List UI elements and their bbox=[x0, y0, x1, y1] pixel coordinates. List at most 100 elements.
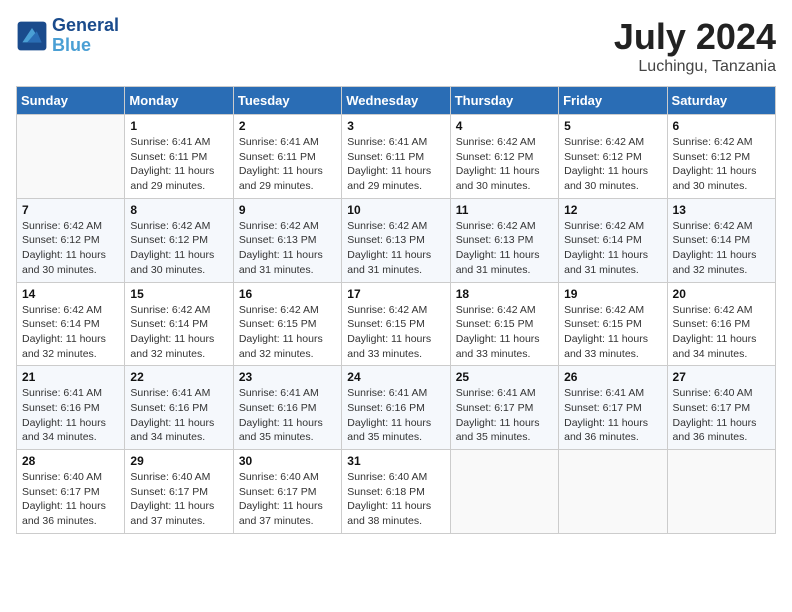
calendar-cell: 6Sunrise: 6:42 AMSunset: 6:12 PMDaylight… bbox=[667, 115, 775, 199]
calendar-cell: 7Sunrise: 6:42 AMSunset: 6:12 PMDaylight… bbox=[17, 198, 125, 282]
day-number: 8 bbox=[130, 203, 227, 217]
day-number: 7 bbox=[22, 203, 119, 217]
calendar-cell: 25Sunrise: 6:41 AMSunset: 6:17 PMDayligh… bbox=[450, 366, 558, 450]
sunset-text: Sunset: 6:17 PM bbox=[564, 401, 661, 416]
sunset-text: Sunset: 6:11 PM bbox=[347, 150, 444, 165]
day-number: 2 bbox=[239, 119, 336, 133]
col-header-thursday: Thursday bbox=[450, 87, 558, 115]
day-info: Sunrise: 6:42 AMSunset: 6:13 PMDaylight:… bbox=[456, 219, 553, 278]
daylight-text: Daylight: 11 hours bbox=[347, 332, 444, 347]
daylight-text: Daylight: 11 hours bbox=[130, 332, 227, 347]
daylight-text-cont: and 35 minutes. bbox=[456, 430, 553, 445]
day-info: Sunrise: 6:42 AMSunset: 6:12 PMDaylight:… bbox=[130, 219, 227, 278]
daylight-text: Daylight: 11 hours bbox=[673, 248, 770, 263]
daylight-text: Daylight: 11 hours bbox=[239, 499, 336, 514]
daylight-text: Daylight: 11 hours bbox=[347, 164, 444, 179]
day-info: Sunrise: 6:42 AMSunset: 6:15 PMDaylight:… bbox=[347, 303, 444, 362]
day-info: Sunrise: 6:42 AMSunset: 6:14 PMDaylight:… bbox=[130, 303, 227, 362]
day-info: Sunrise: 6:42 AMSunset: 6:12 PMDaylight:… bbox=[673, 135, 770, 194]
daylight-text: Daylight: 11 hours bbox=[347, 416, 444, 431]
day-info: Sunrise: 6:41 AMSunset: 6:11 PMDaylight:… bbox=[239, 135, 336, 194]
daylight-text-cont: and 30 minutes. bbox=[22, 263, 119, 278]
sunrise-text: Sunrise: 6:41 AM bbox=[130, 135, 227, 150]
day-number: 29 bbox=[130, 454, 227, 468]
sunrise-text: Sunrise: 6:42 AM bbox=[130, 303, 227, 318]
sunrise-text: Sunrise: 6:40 AM bbox=[22, 470, 119, 485]
daylight-text-cont: and 33 minutes. bbox=[347, 347, 444, 362]
daylight-text-cont: and 29 minutes. bbox=[347, 179, 444, 194]
day-info: Sunrise: 6:42 AMSunset: 6:13 PMDaylight:… bbox=[347, 219, 444, 278]
day-number: 4 bbox=[456, 119, 553, 133]
calendar-cell: 26 Sunrise: 6:41 AMSunset: 6:17 PMDayligh… bbox=[559, 366, 667, 450]
col-header-sunday: Sunday bbox=[17, 87, 125, 115]
daylight-text-cont: and 31 minutes. bbox=[239, 263, 336, 278]
calendar-cell: 29 Sunrise: 6:40 AMSunset: 6:17 PMDayligh… bbox=[125, 450, 233, 534]
sunrise-text: Sunrise: 6:41 AM bbox=[130, 386, 227, 401]
daylight-text-cont: and 37 minutes. bbox=[239, 514, 336, 529]
day-number: 23 bbox=[239, 370, 336, 384]
daylight-text: Daylight: 11 hours bbox=[456, 332, 553, 347]
daylight-text-cont: and 29 minutes. bbox=[130, 179, 227, 194]
sunrise-text: Sunrise: 6:42 AM bbox=[673, 303, 770, 318]
sunset-text: Sunset: 6:17 PM bbox=[456, 401, 553, 416]
day-number: 9 bbox=[239, 203, 336, 217]
calendar-cell: 10 Sunrise: 6:42 AMSunset: 6:13 PMDayligh… bbox=[342, 198, 450, 282]
day-number: 28 bbox=[22, 454, 119, 468]
calendar-cell: 24Sunrise: 6:41 AMSunset: 6:16 PMDayligh… bbox=[342, 366, 450, 450]
sunset-text: Sunset: 6:12 PM bbox=[456, 150, 553, 165]
day-info: Sunrise: 6:41 AMSunset: 6:16 PMDaylight:… bbox=[22, 386, 119, 445]
daylight-text-cont: and 36 minutes. bbox=[673, 430, 770, 445]
day-number: 13 bbox=[673, 203, 770, 217]
sunset-text: Sunset: 6:12 PM bbox=[22, 233, 119, 248]
sunrise-text: Sunrise: 6:42 AM bbox=[456, 219, 553, 234]
daylight-text: Daylight: 11 hours bbox=[22, 499, 119, 514]
sunrise-text: Sunrise: 6:42 AM bbox=[564, 303, 661, 318]
calendar-cell bbox=[559, 450, 667, 534]
calendar-cell: 21 Sunrise: 6:41 AMSunset: 6:16 PMDayligh… bbox=[17, 366, 125, 450]
sunrise-text: Sunrise: 6:42 AM bbox=[564, 219, 661, 234]
sunset-text: Sunset: 6:15 PM bbox=[564, 317, 661, 332]
daylight-text-cont: and 32 minutes. bbox=[22, 347, 119, 362]
sunset-text: Sunset: 6:13 PM bbox=[456, 233, 553, 248]
daylight-text: Daylight: 11 hours bbox=[130, 499, 227, 514]
calendar-cell: 31Sunrise: 6:40 AMSunset: 6:18 PMDayligh… bbox=[342, 450, 450, 534]
day-number: 26 bbox=[564, 370, 661, 384]
sunset-text: Sunset: 6:11 PM bbox=[130, 150, 227, 165]
calendar-cell: 16Sunrise: 6:42 AMSunset: 6:15 PMDayligh… bbox=[233, 282, 341, 366]
calendar-cell: 20Sunrise: 6:42 AMSunset: 6:16 PMDayligh… bbox=[667, 282, 775, 366]
daylight-text-cont: and 33 minutes. bbox=[456, 347, 553, 362]
day-info: Sunrise: 6:42 AMSunset: 6:15 PMDaylight:… bbox=[456, 303, 553, 362]
day-number: 16 bbox=[239, 287, 336, 301]
sunrise-text: Sunrise: 6:41 AM bbox=[22, 386, 119, 401]
logo-line2: Blue bbox=[52, 36, 119, 56]
daylight-text-cont: and 31 minutes. bbox=[456, 263, 553, 278]
daylight-text: Daylight: 11 hours bbox=[239, 164, 336, 179]
sunset-text: Sunset: 6:13 PM bbox=[347, 233, 444, 248]
calendar-cell bbox=[450, 450, 558, 534]
sunset-text: Sunset: 6:16 PM bbox=[673, 317, 770, 332]
day-info: Sunrise: 6:41 AMSunset: 6:17 PMDaylight:… bbox=[564, 386, 661, 445]
day-info: Sunrise: 6:40 AMSunset: 6:17 PMDaylight:… bbox=[239, 470, 336, 529]
day-info: Sunrise: 6:41 AMSunset: 6:16 PMDaylight:… bbox=[347, 386, 444, 445]
daylight-text: Daylight: 11 hours bbox=[673, 416, 770, 431]
daylight-text-cont: and 35 minutes. bbox=[239, 430, 336, 445]
day-number: 21 bbox=[22, 370, 119, 384]
calendar: SundayMondayTuesdayWednesdayThursdayFrid… bbox=[16, 86, 776, 534]
daylight-text-cont: and 32 minutes. bbox=[239, 347, 336, 362]
sunrise-text: Sunrise: 6:41 AM bbox=[347, 135, 444, 150]
day-number: 10 bbox=[347, 203, 444, 217]
sunrise-text: Sunrise: 6:41 AM bbox=[564, 386, 661, 401]
sunset-text: Sunset: 6:16 PM bbox=[130, 401, 227, 416]
calendar-cell: 22Sunrise: 6:41 AMSunset: 6:16 PMDayligh… bbox=[125, 366, 233, 450]
daylight-text-cont: and 34 minutes. bbox=[22, 430, 119, 445]
daylight-text-cont: and 35 minutes. bbox=[347, 430, 444, 445]
day-number: 12 bbox=[564, 203, 661, 217]
calendar-cell: 8 Sunrise: 6:42 AMSunset: 6:12 PMDaylight… bbox=[125, 198, 233, 282]
daylight-text: Daylight: 11 hours bbox=[456, 164, 553, 179]
sunset-text: Sunset: 6:18 PM bbox=[347, 485, 444, 500]
calendar-cell: 30Sunrise: 6:40 AMSunset: 6:17 PMDayligh… bbox=[233, 450, 341, 534]
daylight-text-cont: and 30 minutes. bbox=[673, 179, 770, 194]
col-header-saturday: Saturday bbox=[667, 87, 775, 115]
day-info: Sunrise: 6:40 AMSunset: 6:17 PMDaylight:… bbox=[130, 470, 227, 529]
day-info: Sunrise: 6:41 AMSunset: 6:17 PMDaylight:… bbox=[456, 386, 553, 445]
